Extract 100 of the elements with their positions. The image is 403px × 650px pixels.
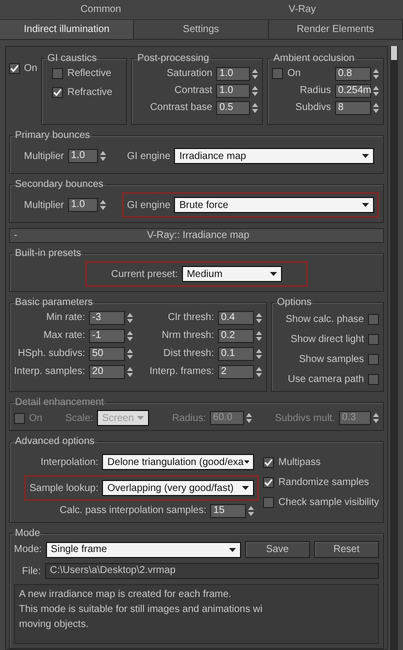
spinner-arrows-icon[interactable]: [256, 348, 262, 360]
number-field[interactable]: 0.254m: [335, 84, 371, 98]
number-field[interactable]: 8: [335, 100, 371, 114]
dropdown[interactable]: Single frame: [46, 542, 241, 558]
number-field[interactable]: 0.8: [335, 66, 371, 80]
scrollbar-thumb[interactable]: [391, 46, 397, 60]
spinner-arrows-icon[interactable]: [256, 366, 262, 378]
checkmark-icon: [264, 458, 274, 467]
checkbox[interactable]: [9, 63, 20, 74]
description-line: This mode is suitable for still images and animations wi: [19, 603, 264, 617]
file-field[interactable]: C:\Users\a\Desktop\2.vrmap: [44, 563, 379, 579]
checkbox-label: Use camera path: [288, 373, 364, 387]
checkbox-label: On: [24, 62, 38, 76]
field-label: Subdivs: [295, 101, 331, 115]
number-field[interactable]: 0.4: [218, 310, 254, 324]
spinner-arrows-icon[interactable]: [127, 312, 134, 324]
field-label: Min rate:: [46, 311, 86, 325]
dropdown[interactable]: Delone triangulation (good/exa: [102, 454, 254, 470]
spinner-arrows-icon[interactable]: [252, 102, 258, 114]
number-field[interactable]: 1.0: [68, 149, 98, 163]
spinner-arrows-icon[interactable]: [256, 312, 262, 324]
number-field[interactable]: 1.0: [216, 84, 250, 98]
checkbox[interactable]: [368, 314, 379, 325]
spinner-arrows-icon[interactable]: [252, 68, 258, 80]
number-field[interactable]: 1.0: [216, 66, 250, 80]
field-label: Nrm thresh:: [162, 329, 214, 343]
group-title: Post-processing: [136, 52, 210, 66]
group-title: Primary bounces: [14, 129, 92, 143]
number-field[interactable]: -1: [89, 328, 126, 342]
tab[interactable]: Settings: [134, 20, 269, 39]
checkbox[interactable]: [368, 334, 379, 345]
checkbox[interactable]: [263, 457, 274, 468]
rollout-title: V-Ray:: Irradiance map: [146, 229, 250, 243]
checkbox[interactable]: [272, 68, 284, 79]
number-field[interactable]: 15: [210, 504, 246, 518]
checkbox[interactable]: [263, 497, 274, 508]
group-title: GI caustics: [46, 52, 98, 66]
field-label: Dist thresh:: [163, 347, 214, 361]
spinner-arrows-icon[interactable]: [248, 504, 254, 516]
number-field[interactable]: 1.0: [68, 198, 98, 212]
spinner-arrows-icon[interactable]: [256, 330, 262, 342]
rollout-header[interactable]: - V-Ray:: Irradiance map: [9, 228, 384, 243]
number-field[interactable]: 50: [89, 346, 126, 360]
caret-icon: [242, 486, 250, 490]
tab[interactable]: Indirect illumination: [0, 20, 134, 39]
spinner-arrows-icon[interactable]: [373, 102, 379, 114]
dropdown[interactable]: Overlapping (very good/fast): [102, 480, 254, 496]
field-label: Interpolation:: [40, 456, 98, 470]
checkbox-label: Show samples: [298, 353, 364, 367]
checkmark-icon: [53, 88, 62, 97]
number-field[interactable]: 2: [218, 364, 254, 378]
checkbox[interactable]: [52, 87, 64, 98]
caret-icon: [270, 272, 277, 276]
dropdown[interactable]: Brute force: [174, 197, 374, 213]
button[interactable]: Reset: [314, 541, 380, 558]
scrollbar[interactable]: [390, 46, 398, 650]
caret-icon: [362, 203, 369, 207]
spinner-arrows-icon[interactable]: [127, 366, 134, 378]
spinner-arrows-icon[interactable]: [127, 330, 134, 342]
field-label: File:: [22, 564, 41, 578]
checkbox-label: Refractive: [67, 86, 112, 100]
number-field[interactable]: 0.2: [218, 328, 254, 342]
group-title: Detail enhancement: [14, 396, 105, 410]
field-label: GI engine: [127, 198, 170, 212]
field-label: Mode:: [14, 543, 42, 557]
checkbox[interactable]: [368, 354, 379, 365]
group-title: Basic parameters: [14, 296, 94, 310]
spinner-arrows-icon[interactable]: [100, 199, 106, 211]
field-label: Subdivs mult.: [274, 412, 335, 426]
tab[interactable]: Common: [0, 0, 202, 19]
checkbox[interactable]: [52, 68, 64, 79]
group-title: Advanced options: [14, 435, 96, 449]
field-label: Interp. samples:: [14, 365, 86, 379]
checkbox[interactable]: [368, 374, 379, 385]
tab[interactable]: Render Elements: [268, 20, 403, 39]
spinner-arrows-icon[interactable]: [127, 348, 134, 360]
spinner-arrows-icon[interactable]: [252, 84, 258, 96]
number-field[interactable]: 0.1: [218, 346, 254, 360]
spinner-arrows-icon[interactable]: [373, 84, 379, 96]
spinner-arrows-icon[interactable]: [373, 68, 379, 80]
field-label: Contrast: [174, 84, 212, 98]
caret-icon: [228, 548, 236, 552]
number-field[interactable]: 20: [89, 364, 126, 378]
group-title: Built-in presets: [14, 247, 82, 261]
number-field[interactable]: 0.5: [216, 100, 250, 114]
checkbox[interactable]: [263, 477, 274, 488]
field-label: Clr thresh:: [168, 311, 214, 325]
button[interactable]: Save: [244, 541, 310, 558]
checkbox-label: Randomize samples: [278, 476, 370, 490]
field-label: Calc. pass interpolation samples:: [60, 504, 206, 518]
checkbox-label: On: [287, 67, 301, 81]
number-field[interactable]: -3: [89, 310, 126, 324]
caret-icon: [137, 416, 144, 420]
description-line: A new irradiance map is created for each frame.: [19, 588, 232, 602]
tab[interactable]: V-Ray: [202, 0, 403, 19]
dropdown[interactable]: Irradiance map: [174, 148, 374, 164]
description-line: moving objects.: [19, 618, 90, 632]
spinner-arrows-icon[interactable]: [100, 150, 106, 162]
checkmark-icon: [264, 478, 274, 487]
dropdown[interactable]: Medium: [182, 266, 282, 282]
